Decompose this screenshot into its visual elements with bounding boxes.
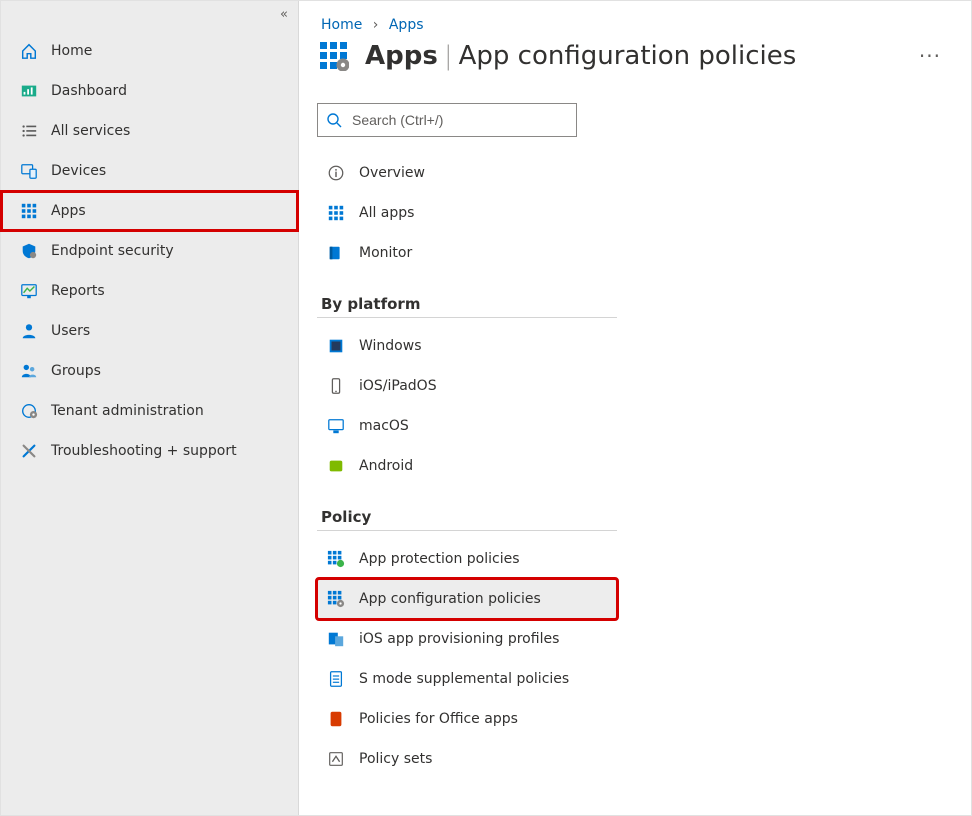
label: Tenant administration (51, 403, 204, 419)
label: iOS app provisioning profiles (359, 631, 559, 647)
apps-shield-icon (327, 550, 345, 568)
label: App configuration policies (359, 591, 541, 607)
apps-icon (19, 201, 39, 221)
more-actions-button[interactable]: ··· (919, 44, 941, 68)
divider (317, 317, 617, 318)
breadcrumb-apps[interactable]: Apps (389, 17, 424, 33)
sidebar-item-dashboard[interactable]: Dashboard (1, 71, 298, 111)
breadcrumb-home[interactable]: Home (321, 17, 362, 33)
subnav-item-policies-for-office-apps[interactable]: Policies for Office apps (317, 699, 617, 739)
provisioning-icon (327, 630, 345, 648)
main-panel: Home › Apps Apps|App configuration polic… (299, 1, 971, 815)
info-icon (327, 164, 345, 182)
label: All services (51, 123, 130, 139)
label: Users (51, 323, 90, 339)
subnav-item-policy-sets[interactable]: Policy sets (317, 739, 617, 779)
sidebar-item-groups[interactable]: Groups (1, 351, 298, 391)
label: macOS (359, 418, 409, 434)
apps-icon (327, 204, 345, 222)
apps-gear-icon (317, 39, 351, 73)
label: Windows (359, 338, 422, 354)
label: S mode supplemental policies (359, 671, 569, 687)
sidebar-item-troubleshooting-support[interactable]: Troubleshooting + support (1, 431, 298, 471)
devices-icon (19, 161, 39, 181)
section-by-platform: By platform (321, 295, 617, 313)
label: Groups (51, 363, 101, 379)
subnav-item-ios-ipados[interactable]: iOS/iPadOS (317, 366, 617, 406)
sidebar-item-tenant-administration[interactable]: Tenant administration (1, 391, 298, 431)
monitor-book-icon (327, 244, 345, 262)
apps-gear-icon (327, 590, 345, 608)
shield-icon (19, 241, 39, 261)
label: Devices (51, 163, 106, 179)
label: Reports (51, 283, 105, 299)
subnav-item-all-apps[interactable]: All apps (317, 193, 617, 233)
sidebar-item-all-services[interactable]: All services (1, 111, 298, 151)
page-title: Apps|App configuration policies (365, 41, 796, 71)
label: Troubleshooting + support (51, 443, 237, 459)
groups-icon (19, 361, 39, 381)
sidebar-item-reports[interactable]: Reports (1, 271, 298, 311)
primary-sidebar: « Home Dashboard All services Devices Apps En… (1, 1, 299, 815)
tools-icon (19, 441, 39, 461)
label: Policy sets (359, 751, 432, 767)
windows-icon (327, 337, 345, 355)
divider (317, 530, 617, 531)
label: Policies for Office apps (359, 711, 518, 727)
label: App protection policies (359, 551, 520, 567)
page-header: Apps|App configuration policies ··· (317, 39, 941, 73)
document-icon (327, 670, 345, 688)
subnav-item-app-protection-policies[interactable]: App protection policies (317, 539, 617, 579)
label: Monitor (359, 245, 412, 261)
label: All apps (359, 205, 414, 221)
chevron-right-icon: › (367, 17, 385, 33)
label: Dashboard (51, 83, 127, 99)
list-icon (19, 121, 39, 141)
label: Apps (51, 203, 86, 219)
search-input[interactable] (350, 111, 568, 129)
subnav-item-android[interactable]: Android (317, 446, 617, 486)
label: Android (359, 458, 413, 474)
android-icon (327, 457, 345, 475)
label: Overview (359, 165, 425, 181)
search-icon (326, 112, 342, 128)
subnav-item-s-mode-supplemental-policies[interactable]: S mode supplemental policies (317, 659, 617, 699)
sidebar-item-apps[interactable]: Apps (1, 191, 298, 231)
subnav-item-monitor[interactable]: Monitor (317, 233, 617, 273)
section-policy: Policy (321, 508, 617, 526)
subnav-item-windows[interactable]: Windows (317, 326, 617, 366)
sidebar-item-devices[interactable]: Devices (1, 151, 298, 191)
breadcrumb: Home › Apps (321, 17, 941, 33)
phone-icon (327, 377, 345, 395)
office-icon (327, 710, 345, 728)
user-icon (19, 321, 39, 341)
subnav-item-app-configuration-policies[interactable]: App configuration policies (317, 579, 617, 619)
sidebar-item-users[interactable]: Users (1, 311, 298, 351)
search-box[interactable] (317, 103, 577, 137)
label: iOS/iPadOS (359, 378, 437, 394)
label: Endpoint security (51, 243, 174, 259)
policy-sets-icon (327, 750, 345, 768)
reports-icon (19, 281, 39, 301)
subnav-item-macos[interactable]: macOS (317, 406, 617, 446)
subnav-item-overview[interactable]: Overview (317, 153, 617, 193)
sidebar-item-home[interactable]: Home (1, 31, 298, 71)
blade-nav: Overview All apps Monitor By platform Wind… (317, 153, 617, 779)
collapse-sidebar-button[interactable]: « (280, 7, 288, 22)
dashboard-icon (19, 81, 39, 101)
mac-monitor-icon (327, 417, 345, 435)
tenant-icon (19, 401, 39, 421)
label: Home (51, 43, 92, 59)
subnav-item-ios-app-provisioning-profiles[interactable]: iOS app provisioning profiles (317, 619, 617, 659)
sidebar-item-endpoint-security[interactable]: Endpoint security (1, 231, 298, 271)
home-icon (19, 41, 39, 61)
